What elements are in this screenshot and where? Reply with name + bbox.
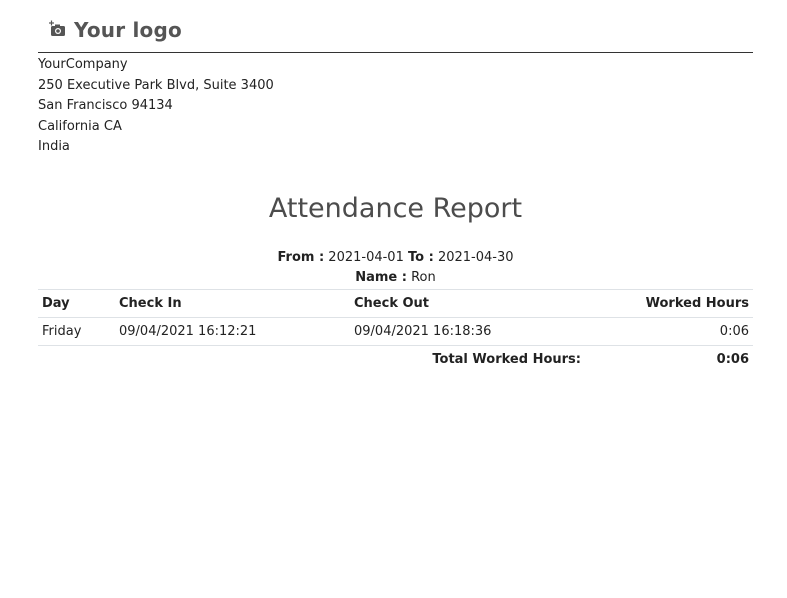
company-logo: Your logo	[48, 18, 182, 42]
report-page: Your logo YourCompany 250 Executive Park…	[38, 0, 753, 373]
date-range: From : 2021-04-01 To : 2021-04-30	[38, 248, 753, 268]
to-label: To :	[408, 249, 434, 265]
company-address: YourCompany 250 Executive Park Blvd, Sui…	[38, 55, 753, 158]
report-title: Attendance Report	[268, 192, 523, 224]
company-country: India	[38, 139, 70, 155]
name-value: Ron	[411, 269, 436, 285]
column-header-check-out: Check Out	[354, 295, 430, 311]
attendance-table: Day Check In Check Out Worked Hours Frid…	[38, 289, 753, 373]
cell-day: Friday	[42, 323, 82, 339]
total-row: Total Worked Hours: 0:06	[38, 345, 753, 373]
company-state: California CA	[38, 118, 122, 134]
name-label: Name :	[355, 269, 407, 285]
cell-worked-hours: 0:06	[719, 323, 749, 339]
table-header-row: Day Check In Check Out Worked Hours	[38, 289, 753, 318]
camera-plus-icon	[48, 20, 68, 40]
cell-check-in: 09/04/2021 16:12:21	[119, 323, 257, 339]
from-label: From :	[277, 249, 325, 265]
to-value: 2021-04-30	[437, 249, 514, 265]
company-city-zip: San Francisco 94134	[38, 98, 173, 114]
cell-check-out: 09/04/2021 16:18:36	[354, 323, 492, 339]
company-name: YourCompany	[38, 57, 128, 72]
column-header-day: Day	[42, 295, 70, 311]
table-row: Friday 09/04/2021 16:12:21 09/04/2021 16…	[38, 317, 753, 346]
total-empty-cell	[38, 345, 115, 373]
from-value: 2021-04-01	[328, 249, 404, 265]
total-worked-hours-value: 0:06	[716, 351, 749, 367]
column-header-check-in: Check In	[119, 295, 182, 311]
logo-text: Your logo	[74, 18, 182, 42]
column-header-worked-hours: Worked Hours	[645, 295, 749, 311]
company-street: 250 Executive Park Blvd, Suite 3400	[38, 77, 274, 93]
employee-name: Name : Ron	[38, 268, 753, 288]
report-meta: From : 2021-04-01 To : 2021-04-30 Name :…	[38, 248, 753, 288]
total-worked-hours-label: Total Worked Hours:	[432, 351, 581, 367]
report-header: Your logo	[38, 0, 753, 53]
